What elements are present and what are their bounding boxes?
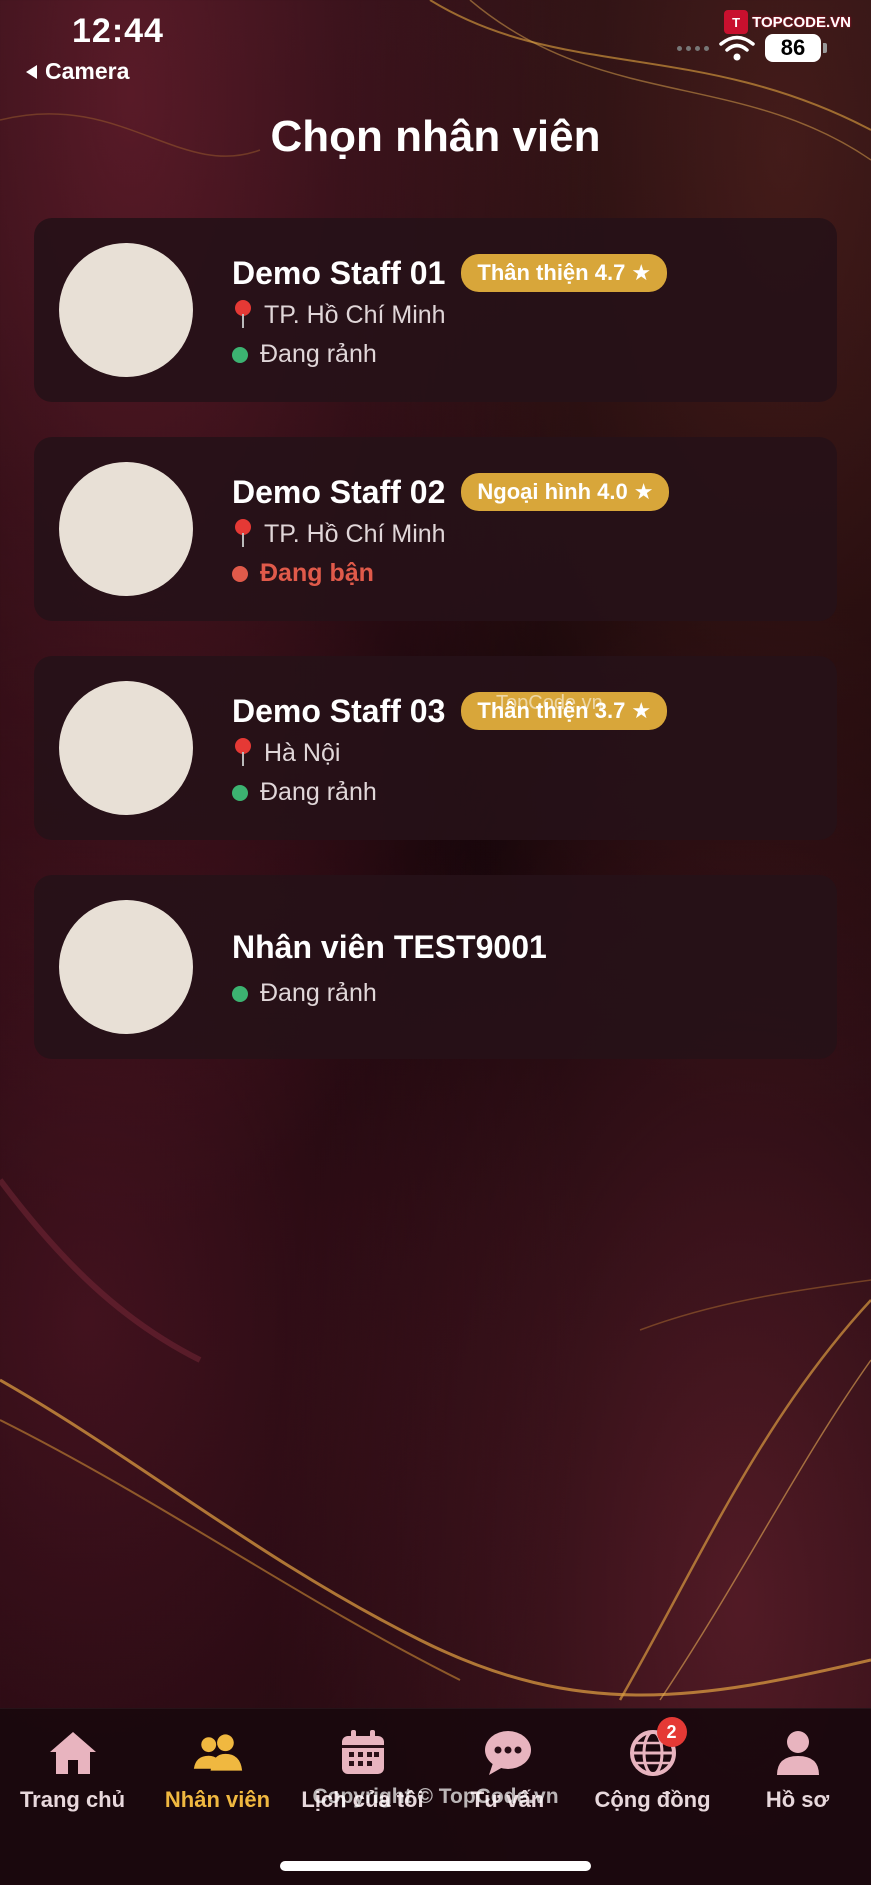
- avatar: [59, 243, 193, 377]
- staff-status: Đang rảnh: [260, 778, 377, 806]
- home-indicator[interactable]: [280, 1861, 591, 1871]
- staff-status: Đang bận: [260, 559, 374, 587]
- signal-icon: [677, 45, 709, 51]
- home-icon: [47, 1727, 99, 1779]
- topcode-logo: T TOPCODE.VN: [724, 10, 851, 34]
- staff-location: TP. Hồ Chí Minh: [264, 519, 446, 548]
- chat-icon: [482, 1727, 534, 1779]
- notification-badge: 2: [656, 1717, 687, 1747]
- avatar: [59, 681, 193, 815]
- wifi-icon: [719, 35, 755, 61]
- staff-card[interactable]: Demo Staff 01 Thân thiện 4.7 ★ TP. Hồ Ch…: [34, 218, 837, 402]
- staff-status: Đang rảnh: [260, 340, 377, 368]
- profile-icon: [772, 1727, 824, 1779]
- page-title: Chọn nhân viên: [270, 112, 601, 161]
- avatar: [59, 462, 193, 596]
- staff-card[interactable]: Nhân viên TEST9001 Đang rảnh: [34, 875, 837, 1059]
- rating-badge-label: Ngoại hình 4.0: [477, 479, 628, 504]
- status-dot-icon: [232, 784, 248, 801]
- status-dot-icon: [232, 346, 248, 363]
- staff-status: Đang rảnh: [260, 979, 377, 1007]
- status-dot-icon: [232, 565, 248, 582]
- calendar-icon: [337, 1727, 389, 1779]
- star-icon: ★: [633, 479, 654, 504]
- topcode-logo-badge: T: [724, 10, 749, 34]
- battery-icon: 86: [765, 34, 827, 62]
- back-to-camera-link[interactable]: Camera: [26, 58, 129, 85]
- topcode-logo-text: TOPCODE.VN: [752, 13, 851, 31]
- staff-name: Demo Staff 02: [232, 473, 446, 510]
- star-icon: ★: [631, 698, 652, 723]
- copyright-watermark: Copyright © TopCode.vn: [312, 1785, 559, 1808]
- staff-location: TP. Hồ Chí Minh: [264, 300, 446, 329]
- back-arrow-icon: [26, 64, 37, 79]
- status-dot-icon: [232, 985, 248, 1002]
- staff-name: Demo Staff 03: [232, 692, 446, 729]
- status-indicators: 86: [677, 34, 827, 62]
- star-icon: ★: [631, 260, 652, 285]
- back-label: Camera: [45, 58, 130, 84]
- staff-card[interactable]: Demo Staff 02 Ngoại hình 4.0 ★ TP. Hồ Ch…: [34, 437, 837, 621]
- bottom-nav: Trang chủ Nhân viên Lịch của tôi Tư vấn …: [0, 1708, 871, 1885]
- location-pin-icon: [232, 300, 254, 330]
- avatar: [59, 900, 193, 1034]
- staff-name: Demo Staff 01: [232, 254, 446, 291]
- staff-name: Nhân viên TEST9001: [232, 929, 547, 965]
- location-pin-icon: [232, 738, 254, 768]
- staff-card[interactable]: Demo Staff 03 Thân thiện 3.7 ★ Hà Nội Đa…: [34, 656, 837, 840]
- rating-badge-label: Thân thiện 4.7: [477, 260, 626, 285]
- rating-badge: Thân thiện 4.7 ★: [461, 254, 668, 292]
- staff-icon: [192, 1727, 244, 1779]
- rating-badge: Ngoại hình 4.0 ★: [461, 473, 670, 511]
- globe-icon: 2: [627, 1717, 687, 1779]
- location-pin-icon: [232, 519, 254, 549]
- status-time: 12:44: [72, 12, 164, 50]
- watermark-text: TopCode.vn: [496, 692, 603, 714]
- staff-location: Hà Nội: [264, 738, 341, 767]
